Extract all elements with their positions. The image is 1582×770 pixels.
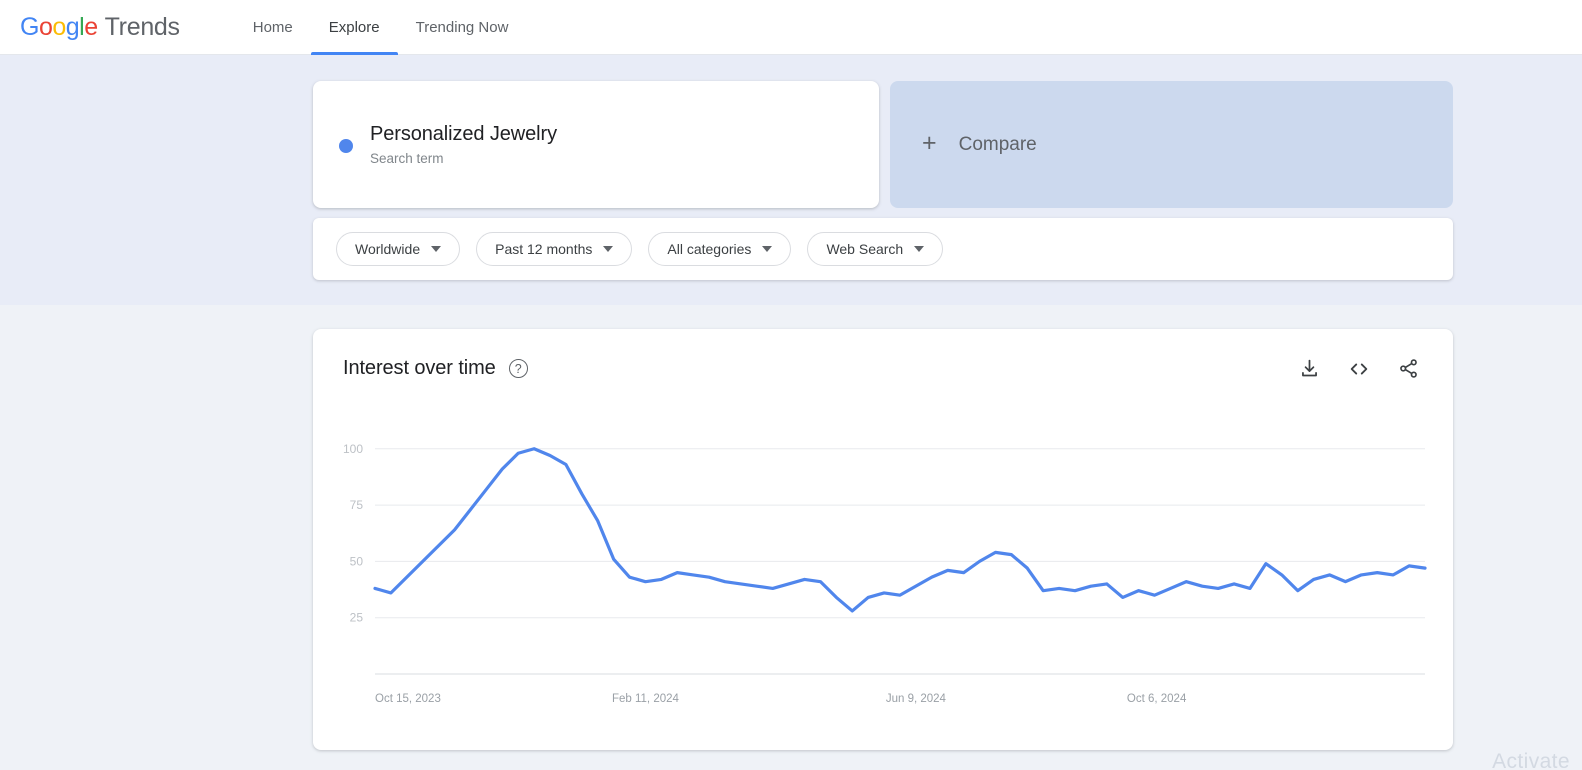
interest-over-time-plot[interactable]: 100 75 50 25 Oct 15, 2023 Feb 11, 2024 Jun 9,…: [313, 429, 1453, 729]
trend-line-chart: 100 75 50 25 Oct 15, 2023 Feb 11, 2024 Jun 9,…: [343, 442, 1427, 705]
chart-title: Interest over time: [343, 357, 496, 379]
series-color-dot: [339, 138, 353, 153]
plus-icon: +: [922, 129, 937, 157]
time-range-filter-label: Past 12 months: [495, 241, 593, 257]
download-icon[interactable]: [1299, 358, 1320, 379]
svg-text:Jun 9, 2024: Jun 9, 2024: [886, 693, 947, 705]
chart-header: Interest over time ?: [343, 357, 1429, 380]
compare-label: Compare: [958, 133, 1037, 155]
location-filter-label: Worldwide: [355, 241, 421, 257]
time-range-filter[interactable]: Past 12 months: [476, 232, 633, 266]
nav-item-home[interactable]: Home: [235, 0, 311, 55]
svg-text:100: 100: [343, 442, 363, 456]
query-row: Personalized Jewelry Search term + Compa…: [313, 81, 1453, 208]
search-term-title: Personalized Jewelry: [370, 122, 557, 145]
svg-text:Oct 15, 2023: Oct 15, 2023: [375, 693, 441, 705]
chart-x-axis-labels: Oct 15, 2023 Feb 11, 2024 Jun 9, 2024 Oct 6…: [375, 693, 1187, 705]
chart-y-axis-labels: 100 75 50 25: [343, 442, 363, 625]
chevron-down-icon: [762, 246, 773, 252]
app-header: Google Trends Home Explore Trending Now: [0, 0, 1582, 55]
search-term-text: Personalized Jewelry Search term: [370, 121, 557, 169]
embed-code-icon[interactable]: [1348, 358, 1370, 380]
interest-over-time-card: Interest over time ? 100 75 50 25 Oct 15…: [313, 329, 1453, 750]
share-icon[interactable]: [1398, 358, 1419, 379]
svg-text:75: 75: [350, 498, 364, 512]
help-icon[interactable]: ?: [508, 359, 528, 378]
search-term-subtitle: Search term: [370, 150, 444, 166]
search-type-filter[interactable]: Web Search: [807, 232, 944, 266]
product-name: Trends: [104, 12, 180, 41]
nav-item-explore[interactable]: Explore: [310, 0, 398, 55]
category-filter[interactable]: All categories: [648, 232, 792, 266]
google-trends-logo[interactable]: Google Trends: [20, 13, 180, 42]
chart-title-wrap: Interest over time ?: [343, 357, 528, 380]
chevron-down-icon: [914, 246, 925, 252]
search-type-filter-label: Web Search: [826, 241, 904, 257]
chevron-down-icon: [603, 246, 614, 252]
chart-gridlines: [375, 448, 1425, 675]
trends-page: Google Trends Home Explore Trending Now …: [0, 0, 1582, 770]
svg-text:50: 50: [350, 554, 364, 568]
svg-text:Feb 11, 2024: Feb 11, 2024: [612, 693, 680, 705]
location-filter[interactable]: Worldwide: [336, 232, 461, 266]
nav-item-trending-now[interactable]: Trending Now: [398, 0, 527, 55]
add-comparison-card[interactable]: + Compare: [890, 81, 1453, 208]
svg-text:Oct 6, 2024: Oct 6, 2024: [1127, 693, 1187, 705]
primary-nav: Home Explore Trending Now: [235, 0, 527, 55]
chevron-down-icon: [431, 246, 442, 252]
google-wordmark: Google: [20, 12, 98, 41]
search-term-card[interactable]: Personalized Jewelry Search term: [313, 81, 879, 208]
filter-bar: Worldwide Past 12 months All categories …: [313, 218, 1453, 280]
activation-watermark: Activate: [1492, 750, 1570, 770]
svg-text:25: 25: [350, 611, 364, 625]
trend-line-path: [373, 447, 1427, 613]
category-filter-label: All categories: [667, 241, 752, 257]
chart-actions: [1299, 358, 1419, 380]
